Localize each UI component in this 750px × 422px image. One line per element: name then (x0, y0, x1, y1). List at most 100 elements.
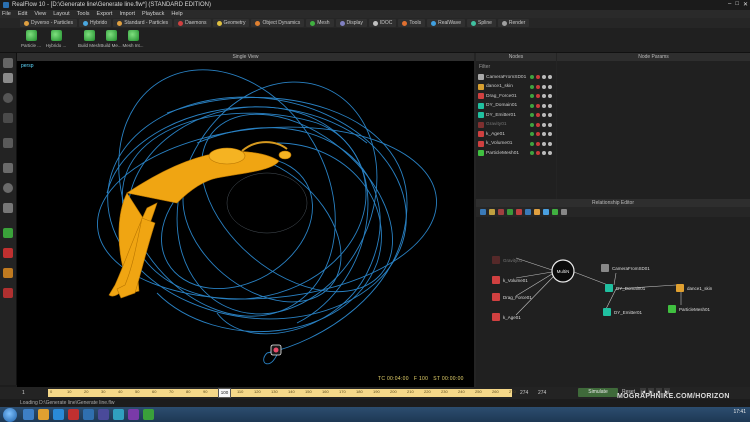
flag-dot-icon[interactable] (536, 94, 540, 98)
flag-dot-icon[interactable] (530, 141, 534, 146)
current-frame-marker[interactable]: 100 (218, 388, 231, 398)
flag-dot-icon[interactable] (542, 122, 546, 127)
flag-dot-icon[interactable] (548, 132, 552, 136)
realflow-icon[interactable] (83, 409, 94, 420)
node-item[interactable]: dance1_skin (478, 83, 513, 91)
flag-dot-icon[interactable] (542, 141, 546, 146)
flag-dot-icon[interactable] (548, 94, 552, 98)
node-flags[interactable] (530, 141, 552, 146)
flag-dot-icon[interactable] (548, 103, 552, 108)
flag-dot-icon[interactable] (548, 113, 552, 117)
timeline-start[interactable]: 1 (22, 390, 25, 396)
sphere-icon[interactable] (3, 183, 13, 193)
node-item[interactable]: DY_Domain01 (478, 102, 517, 110)
viewport[interactable] (17, 53, 474, 387)
relationship-node[interactable]: DY_Emitter01 (603, 308, 642, 316)
shelf-mesh-int-button[interactable]: Mesh Int... (122, 30, 144, 52)
green-tool-icon[interactable] (3, 228, 13, 238)
rel-tool-9-icon[interactable] (552, 209, 558, 215)
flag-dot-icon[interactable] (530, 151, 534, 155)
rel-tool-6-icon[interactable] (525, 209, 531, 215)
menu-edit[interactable]: Edit (18, 11, 27, 17)
browser-icon[interactable] (53, 409, 64, 420)
node-item[interactable]: k_Volume01 (478, 140, 512, 148)
flag-dot-icon[interactable] (530, 122, 534, 127)
tab-12[interactable]: Render (497, 19, 530, 27)
flag-dot-icon[interactable] (542, 151, 546, 155)
menu-playback[interactable]: Playback (142, 11, 164, 17)
timeline-end-b[interactable]: 274 (538, 390, 546, 396)
minimize-button[interactable]: – (728, 1, 731, 8)
menu-file[interactable]: File (2, 11, 11, 17)
shelf-particle-button[interactable]: Particle ... (20, 30, 42, 52)
explorer-icon[interactable] (23, 409, 34, 420)
filter-label[interactable]: Filter (479, 64, 490, 70)
tab-2[interactable]: Standard - Particles (113, 19, 173, 27)
flag-dot-icon[interactable] (548, 141, 552, 146)
app-green-icon[interactable] (143, 409, 154, 420)
node-flags[interactable] (530, 132, 552, 136)
rel-tool-1-icon[interactable] (480, 209, 486, 215)
menu-layout[interactable]: Layout (53, 11, 70, 17)
tab-1[interactable]: Hybrido (78, 19, 112, 27)
node-item[interactable]: Gravity01 (478, 121, 507, 129)
tab-6[interactable]: Mesh (306, 19, 334, 27)
simulate-button[interactable]: Simulate (578, 388, 618, 397)
flag-dot-icon[interactable] (530, 84, 534, 89)
emitter-handle-icon[interactable] (270, 344, 282, 356)
rel-tool-7-icon[interactable] (534, 209, 540, 215)
tab-3[interactable]: Daemons (174, 19, 211, 27)
flag-dot-icon[interactable] (542, 113, 546, 117)
node-item[interactable]: DY_Emitter01 (478, 111, 516, 119)
node-item[interactable]: k_Age01 (478, 130, 505, 138)
menu-tools[interactable]: Tools (77, 11, 90, 17)
orange-tool-icon[interactable] (3, 268, 13, 278)
shelf-build-mesh-button[interactable]: Build Mesh (78, 30, 100, 52)
start-button[interactable] (3, 407, 17, 422)
relationship-node[interactable]: ParticleMesh01 (668, 305, 710, 313)
node-flags[interactable] (530, 75, 552, 79)
app-violet-icon[interactable] (128, 409, 139, 420)
menu-help[interactable]: Help (171, 11, 182, 17)
rel-tool-8-icon[interactable] (543, 209, 549, 215)
tab-8[interactable]: IDOC (368, 19, 397, 27)
tab-10[interactable]: RealWave (427, 19, 465, 27)
rel-tool-5-icon[interactable] (516, 209, 522, 215)
flag-dot-icon[interactable] (548, 84, 552, 89)
cylinder-icon[interactable] (3, 203, 13, 213)
shelf-build-me-button[interactable]: Build Me... (100, 30, 122, 52)
tab-4[interactable]: Geometry (212, 19, 250, 27)
flag-dot-icon[interactable] (536, 122, 540, 127)
app-purple-icon[interactable] (98, 409, 109, 420)
rel-tool-2-icon[interactable] (489, 209, 495, 215)
app-cyan-icon[interactable] (113, 409, 124, 420)
menu-export[interactable]: Export (97, 11, 113, 17)
flag-dot-icon[interactable] (530, 94, 534, 98)
maximize-button[interactable]: □ (735, 1, 739, 8)
rel-tool-3-icon[interactable] (498, 209, 504, 215)
flag-dot-icon[interactable] (542, 75, 546, 79)
cube-icon[interactable] (3, 163, 13, 173)
camera-tool-icon[interactable] (3, 138, 13, 148)
relationship-node[interactable]: k_Age01 (492, 313, 521, 321)
daemon-icon[interactable] (3, 288, 13, 298)
relationship-node[interactable]: Gravity01 (492, 256, 522, 264)
shelf-hybrido-button[interactable]: Hybrido ... (45, 30, 67, 52)
relationship-node[interactable]: DY_Domain01 (605, 284, 645, 292)
rel-tool-10-icon[interactable] (561, 209, 567, 215)
flag-dot-icon[interactable] (542, 103, 546, 108)
menu-import[interactable]: Import (119, 11, 135, 17)
node-flags[interactable] (530, 84, 552, 89)
flag-dot-icon[interactable] (536, 75, 540, 79)
relationship-node[interactable]: Drag_Force01 (492, 293, 532, 301)
node-flags[interactable] (530, 122, 552, 127)
scale-tool-icon[interactable] (3, 113, 13, 123)
red-tool-icon[interactable] (3, 248, 13, 258)
close-button[interactable]: ✕ (743, 1, 748, 8)
flag-dot-icon[interactable] (536, 141, 540, 146)
rel-tool-4-icon[interactable] (507, 209, 513, 215)
rotate-tool-icon[interactable] (3, 93, 13, 103)
node-item[interactable]: CameraFromSD01 (478, 73, 526, 81)
tab-11[interactable]: Spline (466, 19, 496, 27)
flag-dot-icon[interactable] (548, 122, 552, 127)
